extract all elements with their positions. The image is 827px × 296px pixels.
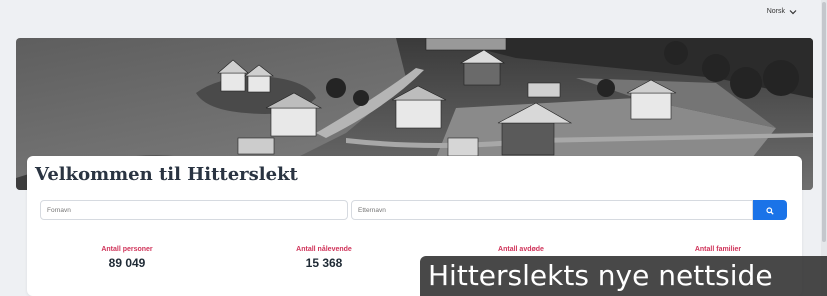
stat-families: Antall familier: [618, 246, 818, 256]
firstname-input[interactable]: [40, 200, 348, 220]
stat-living: Antall nålevende 15 368: [224, 246, 424, 270]
stat-persons: Antall personer 89 049: [27, 246, 227, 270]
language-selector[interactable]: Norsk: [767, 8, 797, 15]
stat-label: Antall familier: [694, 246, 742, 253]
page-scrollbar[interactable]: [821, 0, 827, 296]
stat-label: Antall nålevende: [296, 246, 352, 253]
search-button[interactable]: [753, 200, 787, 220]
page-title: Velkommen til Hitterslekt: [35, 164, 298, 185]
scrollbar-thumb[interactable]: [822, 2, 826, 242]
chevron-down-icon: [789, 9, 797, 15]
announcement-text: Hitterslekts nye nettside: [428, 259, 773, 292]
search-icon: [766, 203, 774, 218]
announcement-banner: Hitterslekts nye nettside: [420, 256, 827, 296]
stat-value: 15 368: [305, 256, 343, 270]
stat-value: 89 049: [108, 256, 146, 270]
lastname-input[interactable]: [351, 200, 753, 220]
stat-label: Antall personer: [101, 246, 153, 253]
language-label: Norsk: [766, 8, 785, 15]
stat-deceased: Antall avdøde: [421, 246, 621, 256]
stat-label: Antall avdøde: [498, 246, 544, 253]
